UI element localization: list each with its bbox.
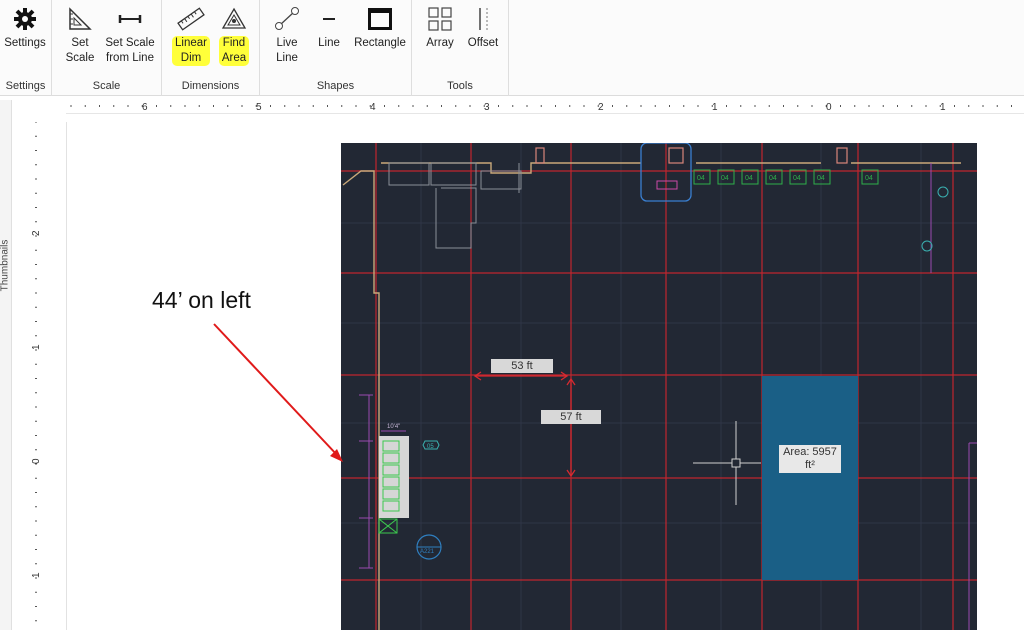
- cad-linework: 04 04 04 04 04 04 04 10'4" 05 A221: [341, 143, 977, 630]
- dimension-label-57: 57 ft: [541, 410, 601, 424]
- array-label: Array: [426, 37, 454, 49]
- horizontal-ruler-ticks: 6 5 4 3 2 1 0 1: [70, 102, 1012, 113]
- live-line-icon: [275, 7, 299, 30]
- group-label-tools: Tools: [447, 80, 473, 92]
- tag-label: 04: [697, 175, 705, 182]
- group-label-scale: Scale: [92, 80, 121, 92]
- annotation-text: 44’ on left: [152, 287, 251, 313]
- rectangle-icon: [368, 8, 392, 30]
- find-area-button[interactable]: Find Area: [214, 6, 254, 66]
- line-label: Line: [318, 37, 340, 49]
- find-area-label: Find Area: [218, 36, 250, 66]
- horizontal-ruler: 6 5 4 3 2 1 0 1: [66, 99, 1024, 114]
- h-ruler-label: 1: [940, 102, 946, 113]
- linear-dim-button[interactable]: Linear Dim: [171, 6, 211, 66]
- line-icon: [323, 18, 335, 20]
- live-line-button[interactable]: Live Line: [268, 6, 306, 66]
- h-ruler-label: 3: [484, 102, 490, 113]
- h-ruler-label: 1: [712, 102, 718, 113]
- h-ruler-label: 0: [826, 102, 832, 113]
- ribbon-toolbar: Settings Settings Set Scale Set Scale fr…: [0, 0, 1024, 96]
- v-ruler-label: 0: [31, 458, 42, 464]
- set-scale-label: Set Scale: [65, 37, 95, 64]
- scale-line-icon: [118, 15, 142, 23]
- area-label: Area: 5957 ft²: [779, 445, 841, 473]
- vertical-ruler: 2 1 0 1: [28, 121, 46, 630]
- offset-icon: [479, 8, 488, 30]
- array-icon: [428, 7, 452, 31]
- settings-button-label: Settings: [4, 37, 46, 49]
- thumbnails-panel[interactable]: Thumbnails: [0, 100, 12, 630]
- tag-label: 05: [427, 444, 434, 450]
- linear-dim-label: Linear Dim: [172, 36, 210, 66]
- group-label-settings: Settings: [5, 80, 46, 92]
- settings-button[interactable]: Settings: [2, 6, 48, 51]
- line-button[interactable]: Line: [314, 6, 344, 51]
- h-ruler-label: 6: [142, 102, 148, 113]
- tag-label: 04: [769, 175, 777, 182]
- settings-group: Settings Settings: [0, 0, 52, 96]
- set-scale-icon: [69, 7, 92, 30]
- tag-label: 04: [721, 175, 729, 182]
- dimensions-group: Linear Dim Find Area Dimensions: [162, 0, 260, 96]
- tools-group: Array Offset Tools: [412, 0, 509, 96]
- tag-label: 04: [793, 175, 801, 182]
- h-ruler-label: 2: [598, 102, 604, 113]
- ruler-icon: [177, 7, 205, 31]
- v-ruler-label: 1: [31, 572, 42, 578]
- tag-label: 04: [865, 175, 873, 182]
- room-tag: A221: [420, 549, 435, 555]
- page-edge: [66, 122, 67, 630]
- v-ruler-label: 2: [31, 230, 42, 236]
- group-label-shapes: Shapes: [316, 80, 355, 92]
- group-label-dimensions: Dimensions: [181, 80, 240, 92]
- annotation-arrow: [213, 323, 343, 462]
- dimension-label-53: 53 ft: [491, 359, 553, 373]
- rectangle-label: Rectangle: [354, 37, 406, 49]
- small-dimension: 10'4": [387, 424, 400, 430]
- shapes-group: Live Line Line Rectangle Shapes: [260, 0, 412, 96]
- vertical-ruler-ticks: 2 1 0 1: [31, 121, 42, 622]
- gear-icon: [14, 8, 36, 30]
- v-ruler-label: 1: [31, 344, 42, 350]
- offset-button[interactable]: Offset: [464, 6, 502, 51]
- set-scale-from-line-button[interactable]: Set Scale from Line: [102, 6, 158, 66]
- tag-label: 04: [817, 175, 825, 182]
- offset-label: Offset: [467, 37, 499, 49]
- find-area-icon: [221, 7, 247, 29]
- thumbnails-label[interactable]: Thumbnails: [0, 231, 11, 301]
- set-scale-button[interactable]: Set Scale: [58, 6, 102, 66]
- area-region[interactable]: [762, 376, 858, 580]
- scale-group: Set Scale Set Scale from Line Scale: [52, 0, 162, 96]
- rectangle-button[interactable]: Rectangle: [350, 6, 410, 51]
- live-line-label: Live Line: [276, 37, 298, 64]
- set-scale-from-line-label: Set Scale from Line: [105, 37, 155, 64]
- cad-drawing[interactable]: 04 04 04 04 04 04 04 10'4" 05 A221 53 ft…: [341, 143, 977, 630]
- tag-label: 04: [745, 175, 753, 182]
- h-ruler-label: 5: [256, 102, 262, 113]
- h-ruler-label: 4: [370, 102, 376, 113]
- array-button[interactable]: Array: [422, 6, 458, 51]
